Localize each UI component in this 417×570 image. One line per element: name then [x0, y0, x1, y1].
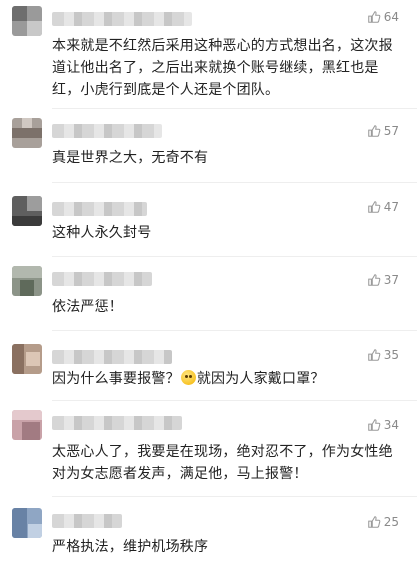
- like-button[interactable]: 47: [367, 200, 399, 214]
- comment-text: 依法严惩！: [52, 299, 123, 315]
- username-blurred[interactable]: [52, 272, 152, 286]
- like-count: 47: [383, 200, 399, 214]
- comment-text: 真是世界之大，无奇不有: [52, 150, 209, 166]
- comment-text: 严格执法，维护机场秩序: [52, 539, 209, 555]
- divider: [52, 108, 417, 109]
- comment-text: 本来就是不红然后采用这种恶心的方式想出名，这次报道让他出名了，之后出来就换个账号…: [52, 38, 393, 98]
- avatar[interactable]: [12, 508, 42, 538]
- like-count: 25: [383, 515, 399, 529]
- username-blurred[interactable]: [52, 514, 122, 528]
- divider: [52, 496, 417, 497]
- thumbs-up-icon: [367, 419, 381, 431]
- avatar[interactable]: [12, 344, 42, 374]
- avatar[interactable]: [12, 6, 42, 36]
- like-count: 64: [383, 10, 399, 24]
- like-button[interactable]: 64: [367, 10, 399, 24]
- comment-text-part: 就因为人家戴口罩？: [196, 371, 325, 387]
- username-blurred[interactable]: [52, 202, 147, 216]
- username-blurred[interactable]: [52, 12, 192, 26]
- username-blurred[interactable]: [52, 124, 162, 138]
- like-button[interactable]: 37: [367, 273, 399, 287]
- comment-text-part: 因为什么事要报警？: [52, 371, 180, 387]
- thumbs-up-icon: [367, 125, 381, 137]
- divider: [52, 182, 417, 183]
- like-button[interactable]: 34: [367, 418, 399, 432]
- like-count: 37: [383, 273, 399, 287]
- avatar[interactable]: [12, 118, 42, 148]
- comment-text: 因为什么事要报警？ 就因为人家戴口罩？: [52, 368, 397, 390]
- like-count: 35: [383, 348, 399, 362]
- thumbs-up-icon: [367, 201, 381, 213]
- username-blurred[interactable]: [52, 416, 182, 430]
- divider: [52, 256, 417, 257]
- comment-text: 这种人永久封号: [52, 225, 152, 241]
- thumbs-up-icon: [367, 274, 381, 286]
- divider: [52, 400, 417, 401]
- thumbs-up-icon: [367, 349, 381, 361]
- like-button[interactable]: 57: [367, 124, 399, 138]
- thinking-emoji-icon: [180, 370, 196, 385]
- divider: [52, 330, 417, 331]
- avatar[interactable]: [12, 196, 42, 226]
- like-button[interactable]: 25: [367, 515, 399, 529]
- avatar[interactable]: [12, 410, 42, 440]
- avatar[interactable]: [12, 266, 42, 296]
- like-button[interactable]: 35: [367, 348, 399, 362]
- like-count: 34: [383, 418, 399, 432]
- username-blurred[interactable]: [52, 350, 172, 364]
- comment-text: 太恶心人了，我要是在现场，绝对忍不了，作为女性绝对为女志愿者发声，满足他，马上报…: [52, 444, 393, 482]
- thumbs-up-icon: [367, 11, 381, 23]
- like-count: 57: [383, 124, 399, 138]
- thumbs-up-icon: [367, 516, 381, 528]
